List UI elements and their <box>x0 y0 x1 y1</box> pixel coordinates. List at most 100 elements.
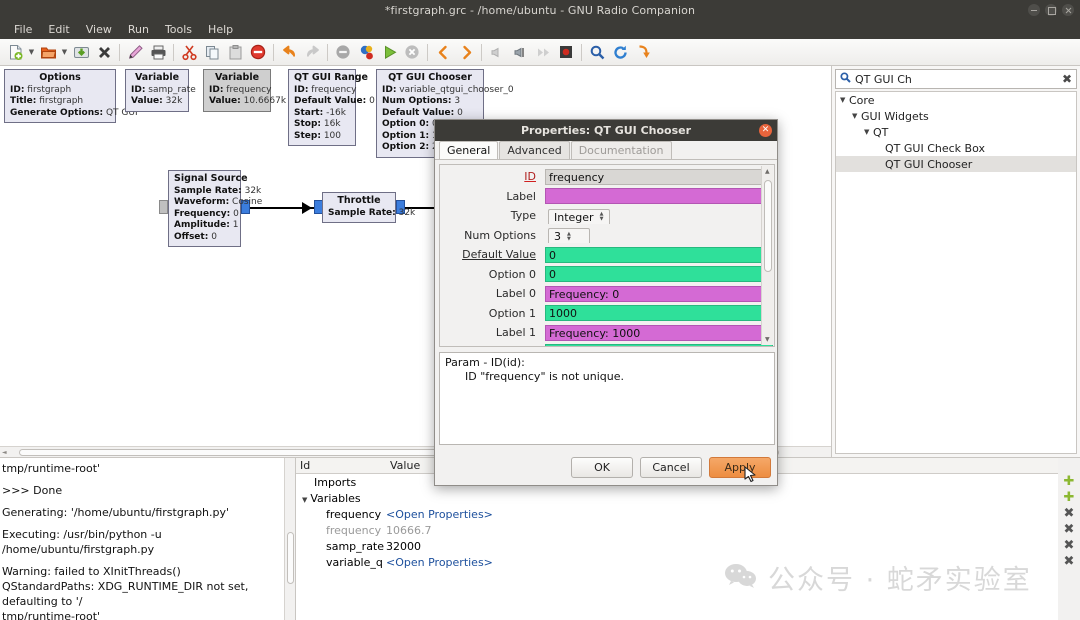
open-recent-dropdown[interactable]: ▼ <box>60 41 69 63</box>
maximize-button[interactable] <box>1045 4 1057 16</box>
chevron-down-icon[interactable]: ▼ <box>864 128 873 136</box>
close-button-toolbar[interactable] <box>93 41 115 63</box>
menu-item-help[interactable]: Help <box>201 22 240 37</box>
enable-button[interactable] <box>486 41 508 63</box>
rotate-right-button[interactable] <box>455 41 477 63</box>
edit-button[interactable] <box>124 41 146 63</box>
scroll-down-arrow[interactable]: ▼ <box>765 336 770 343</box>
signal-source-block[interactable]: Signal Source Sample Rate: 32k Waveform: C… <box>168 170 262 247</box>
field-input[interactable]: 0 <box>545 246 773 263</box>
num-options-spinner[interactable]: 3 ▲ ▼ <box>548 228 590 244</box>
new-file-dropdown[interactable]: ▼ <box>27 41 36 63</box>
tab-documentation[interactable]: Documentation <box>570 141 672 159</box>
form-vertical-scrollbar[interactable]: ▲ ▼ <box>761 166 773 345</box>
ok-button[interactable]: OK <box>571 457 633 478</box>
scrollbar-thumb[interactable] <box>287 532 294 584</box>
spinner-arrows-icon[interactable]: ▲ ▼ <box>567 231 571 242</box>
clear-search-icon[interactable]: ✖ <box>1062 72 1072 86</box>
dialog-close-icon[interactable]: ✕ <box>759 124 772 137</box>
chevron-down-icon[interactable]: ▼ <box>302 496 307 504</box>
table-row[interactable]: ▼ Variables <box>296 490 1058 506</box>
options-block[interactable]: Options ID: firstgraph Title: firstgraph Ge… <box>4 69 138 123</box>
cancel-button[interactable]: Cancel <box>640 457 702 478</box>
field-input[interactable]: -2000 <box>545 344 773 346</box>
errors-button[interactable] <box>332 41 354 63</box>
form-row: ID frequency <box>440 167 774 187</box>
tree-item-gui-widgets[interactable]: ▼ GUI Widgets <box>836 108 1076 124</box>
variable-frequency-block[interactable]: Variable ID: frequency Value: 10.6667k <box>203 69 286 112</box>
field-input[interactable]: 0 <box>545 266 773 283</box>
menu-item-file[interactable]: File <box>7 22 39 37</box>
remove-row-icon[interactable]: ✖ <box>1062 554 1076 569</box>
block-tree[interactable]: ▼ Core ▼ GUI Widgets ▼ QT QT GUI Check Box QT G… <box>835 91 1077 454</box>
tree-item-qt-gui-chooser[interactable]: QT GUI Chooser <box>836 156 1076 172</box>
execute-button[interactable] <box>378 41 400 63</box>
find-button[interactable] <box>586 41 608 63</box>
delete-button[interactable] <box>247 41 269 63</box>
paste-button[interactable] <box>224 41 246 63</box>
open-file-button[interactable] <box>37 41 59 63</box>
field-input[interactable]: 1000 <box>545 305 773 322</box>
remove-row-icon[interactable]: ✖ <box>1062 538 1076 553</box>
tab-advanced[interactable]: Advanced <box>499 141 570 159</box>
chevron-down-icon[interactable]: ▼ <box>852 112 861 120</box>
menu-item-edit[interactable]: Edit <box>41 22 76 37</box>
disable-button[interactable] <box>509 41 531 63</box>
bypass-button[interactable] <box>532 41 554 63</box>
scroll-up-arrow[interactable]: ▲ <box>765 168 770 175</box>
scroll-left-arrow[interactable]: ◄ <box>0 449 9 456</box>
apply-button[interactable]: Apply <box>709 457 771 478</box>
remove-row-icon[interactable]: ✖ <box>1062 522 1076 537</box>
rotate-left-button[interactable] <box>432 41 454 63</box>
spinner-arrows-icon[interactable]: ▲ ▼ <box>600 212 604 222</box>
table-row[interactable]: frequency 10666.7 <box>296 522 1058 538</box>
console-vertical-scrollbar[interactable] <box>284 458 295 620</box>
new-file-button[interactable] <box>4 41 26 63</box>
add-row-icon[interactable]: ✚ <box>1062 490 1076 505</box>
generate-button[interactable] <box>355 41 377 63</box>
field-input[interactable]: frequency <box>545 168 773 185</box>
redo-button[interactable] <box>301 41 323 63</box>
tree-item-core[interactable]: ▼ Core <box>836 92 1076 108</box>
scrollbar-thumb[interactable] <box>764 180 772 272</box>
print-button[interactable] <box>147 41 169 63</box>
table-row[interactable]: frequency <Open Properties> <box>296 506 1058 522</box>
menu-item-run[interactable]: Run <box>121 22 156 37</box>
menu-item-tools[interactable]: Tools <box>158 22 199 37</box>
tree-item-qt-gui-check-box[interactable]: QT GUI Check Box <box>836 140 1076 156</box>
cut-button[interactable] <box>178 41 200 63</box>
cell-id: variable_q <box>296 556 386 569</box>
field-input[interactable]: Frequency: 1000 <box>545 324 773 341</box>
reload-button[interactable] <box>609 41 631 63</box>
remove-row-icon[interactable]: ✖ <box>1062 506 1076 521</box>
undo-button[interactable] <box>278 41 300 63</box>
copy-button[interactable] <box>201 41 223 63</box>
chevron-down-icon[interactable]: ▼ <box>840 96 849 104</box>
tab-general[interactable]: General <box>439 141 499 159</box>
menu-item-view[interactable]: View <box>79 22 119 37</box>
tree-item-qt[interactable]: ▼ QT <box>836 124 1076 140</box>
toggle-button[interactable] <box>555 41 577 63</box>
field-input[interactable] <box>545 188 773 205</box>
cell-value[interactable]: <Open Properties> <box>386 556 1058 569</box>
library-search-box[interactable]: QT GUI Ch ✖ <box>835 69 1077 89</box>
table-row[interactable]: variable_q <Open Properties> <box>296 554 1058 570</box>
throttle-block[interactable]: Throttle Sample Rate: 32k <box>322 192 415 223</box>
table-row[interactable]: samp_rate 32000 <box>296 538 1058 554</box>
signal-source-input-port[interactable] <box>159 200 168 214</box>
kill-button[interactable] <box>401 41 423 63</box>
qt-gui-range-block[interactable]: QT GUI Range ID: frequency Default Value: … <box>288 69 375 146</box>
add-row-icon[interactable]: ✚ <box>1062 474 1076 489</box>
form-row: Option 1 1000 <box>440 304 774 324</box>
save-button[interactable] <box>70 41 92 63</box>
type-combo-box[interactable]: Integer ▲ ▼ <box>548 208 610 224</box>
field-input[interactable]: Frequency: 0 <box>545 285 773 302</box>
cell-value[interactable]: <Open Properties> <box>386 508 1058 521</box>
download-button[interactable] <box>632 41 654 63</box>
field-label: Option 2 <box>441 346 545 347</box>
search-input[interactable]: QT GUI Ch <box>855 73 1058 86</box>
close-button[interactable] <box>1062 4 1074 16</box>
variable-samp-rate-block[interactable]: Variable ID: samp_rate Value: 32k <box>125 69 196 112</box>
minimize-button[interactable] <box>1028 4 1040 16</box>
console-output[interactable]: tmp/runtime-root' >>> Done Generating: '/h… <box>0 458 296 620</box>
